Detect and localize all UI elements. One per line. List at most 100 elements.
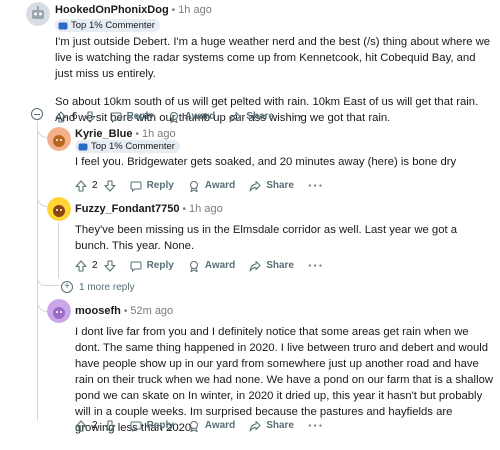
reply-label: Reply: [146, 260, 174, 271]
upvote-icon[interactable]: [75, 259, 87, 272]
collapse-thread-button[interactable]: [31, 108, 43, 120]
username[interactable]: Fuzzy_Fondant7750: [75, 203, 180, 215]
reply-label: Reply: [126, 111, 154, 122]
thread-branch: [37, 124, 47, 138]
username[interactable]: moosefh: [75, 305, 121, 317]
reply-icon: [110, 112, 122, 123]
more-options-button[interactable]: ···: [308, 418, 324, 433]
comment-flair-icon: [58, 22, 68, 29]
robot-avatar-icon: [26, 2, 50, 26]
timestamp[interactable]: 52m ago: [130, 305, 173, 317]
vote-count: 2: [92, 180, 98, 191]
downvote-icon[interactable]: [104, 259, 116, 272]
reply-button[interactable]: Reply: [130, 180, 174, 192]
comment-header: HookedOnPhonixDog • 1h ago: [55, 4, 212, 16]
share-label: Share: [246, 111, 274, 122]
award-label: Award: [184, 111, 216, 122]
comment-paragraph: They've been missing us in the Elmsdale …: [75, 224, 458, 252]
timestamp[interactable]: 1h ago: [189, 203, 223, 215]
comment-body: They've been missing us in the Elmsdale …: [75, 222, 493, 254]
reply-button[interactable]: Reply: [110, 111, 154, 123]
reply-icon: [130, 261, 142, 272]
separator-dot: •: [171, 4, 176, 16]
award-button[interactable]: Award: [188, 180, 235, 192]
avatar[interactable]: [47, 197, 71, 221]
timestamp[interactable]: 1h ago: [142, 128, 176, 140]
upvote-icon[interactable]: [75, 419, 87, 432]
user-flair: Top 1% Commenter: [75, 140, 180, 153]
vote-count: 2: [92, 420, 98, 431]
award-icon: [189, 420, 198, 432]
comment-flair-icon: [78, 143, 88, 150]
snoo-avatar-icon: [47, 197, 71, 221]
vote-controls: 6: [55, 110, 96, 123]
separator-dot: •: [135, 128, 139, 140]
username[interactable]: HookedOnPhonixDog: [55, 4, 169, 16]
upvote-icon[interactable]: [75, 179, 87, 192]
downvote-icon[interactable]: [84, 110, 96, 123]
user-flair: Top 1% Commenter: [55, 19, 160, 32]
award-button[interactable]: Award: [188, 260, 235, 272]
more-options-button[interactable]: ···: [288, 109, 304, 124]
share-button[interactable]: Share: [229, 111, 274, 123]
snoo-avatar-icon: [47, 299, 71, 323]
reply-button[interactable]: Reply: [130, 260, 174, 272]
more-replies-label: 1 more reply: [79, 281, 135, 293]
comment-header: Kyrie_Blue • 1h ago: [75, 128, 176, 140]
downvote-icon[interactable]: [104, 179, 116, 192]
avatar[interactable]: [47, 127, 71, 151]
thread-branch: [37, 196, 47, 207]
timestamp[interactable]: 1h ago: [178, 4, 212, 16]
comment-paragraph: I feel you. Bridgewater gets soaked, and…: [75, 156, 457, 168]
thread-branch: [37, 296, 47, 312]
avatar[interactable]: [47, 299, 71, 323]
more-replies-link[interactable]: + 1 more reply: [61, 281, 135, 293]
comment-header: moosefh • 52m ago: [75, 305, 173, 317]
comment-paragraph: I'm just outside Debert. I'm a huge weat…: [55, 36, 491, 80]
share-icon: [249, 180, 261, 191]
more-options-button[interactable]: ···: [308, 258, 324, 273]
comment-actions: 6 Reply Award Share ···: [55, 109, 304, 124]
award-icon: [169, 111, 178, 123]
separator-dot: •: [123, 305, 128, 317]
share-icon: [249, 420, 261, 431]
upvote-icon[interactable]: [55, 110, 67, 123]
award-button[interactable]: Award: [188, 420, 235, 432]
share-label: Share: [266, 420, 294, 431]
share-icon: [229, 111, 241, 122]
reply-icon: [130, 421, 142, 432]
downvote-icon[interactable]: [104, 419, 116, 432]
thread-branch: [37, 278, 61, 286]
vote-controls: 2: [75, 179, 116, 192]
plus-icon: +: [61, 281, 73, 293]
avatar[interactable]: [26, 2, 50, 26]
vote-count: 2: [92, 260, 98, 271]
reply-label: Reply: [146, 420, 174, 431]
comment-actions: 2 Reply Award Share ···: [75, 258, 324, 273]
share-label: Share: [266, 180, 294, 191]
comment-actions: 2 Reply Award Share ···: [75, 418, 324, 433]
flair-label: Top 1% Commenter: [71, 20, 155, 31]
comment-body: I feel you. Bridgewater gets soaked, and…: [75, 154, 493, 170]
award-icon: [189, 260, 198, 272]
award-label: Award: [204, 180, 236, 191]
comment-actions: 2 Reply Award Share ···: [75, 178, 324, 193]
vote-count: 6: [72, 111, 78, 122]
flair-label: Top 1% Commenter: [91, 141, 175, 152]
reply-button[interactable]: Reply: [130, 420, 174, 432]
username[interactable]: Kyrie_Blue: [75, 128, 132, 140]
thread-line-child[interactable]: [58, 222, 59, 278]
thread-line-root[interactable]: [37, 121, 38, 421]
separator-dot: •: [182, 203, 187, 215]
share-button[interactable]: Share: [249, 420, 294, 432]
share-label: Share: [266, 260, 294, 271]
award-icon: [189, 180, 198, 192]
share-button[interactable]: Share: [249, 260, 294, 272]
share-button[interactable]: Share: [249, 180, 294, 192]
share-icon: [249, 260, 261, 271]
award-label: Award: [204, 260, 236, 271]
award-button[interactable]: Award: [168, 111, 215, 123]
reply-label: Reply: [146, 180, 174, 191]
reply-icon: [130, 181, 142, 192]
more-options-button[interactable]: ···: [308, 178, 324, 193]
